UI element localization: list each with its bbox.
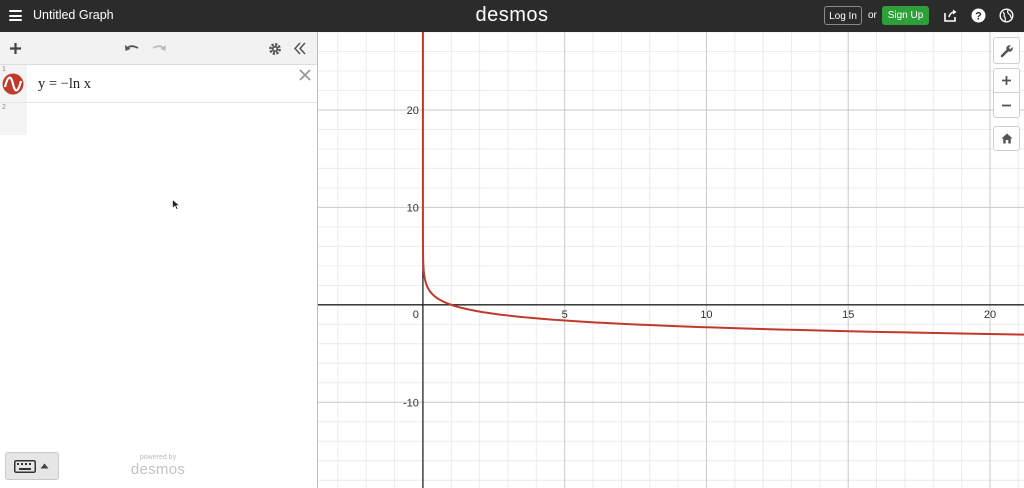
expression-gutter: 1 (0, 65, 27, 102)
language-icon[interactable] (999, 8, 1014, 23)
keyboard-icon (14, 460, 36, 473)
collapse-icon[interactable] (293, 42, 307, 55)
expression-row[interactable]: 2 (0, 103, 317, 135)
caret-up-icon (40, 463, 49, 469)
expression-input[interactable]: y = −ln x (38, 76, 91, 93)
expression-panel: 1 y = −ln x 2 powered by desmos (0, 32, 318, 488)
menu-icon[interactable] (9, 10, 22, 21)
y-tick-label: 20 (407, 105, 419, 117)
powered-by-logo: desmos (130, 461, 186, 478)
home-icon (1001, 133, 1012, 144)
zoom-in-button[interactable] (993, 68, 1020, 93)
help-icon[interactable]: ? (971, 8, 986, 23)
curve-neg-ln-x[interactable] (421, 32, 1024, 336)
expression-number: 2 (2, 104, 6, 111)
undo-icon[interactable] (124, 42, 140, 54)
redo-icon[interactable] (151, 42, 167, 54)
keyboard-button[interactable] (5, 452, 59, 480)
expression-gutter: 2 (0, 103, 27, 135)
x-tick-label: 20 (984, 309, 996, 321)
close-icon[interactable] (298, 68, 312, 82)
svg-text:?: ? (975, 11, 982, 23)
zoom-in-icon (1002, 76, 1011, 85)
zoom-out-button[interactable] (993, 93, 1020, 118)
or-text: or (868, 10, 877, 21)
login-button[interactable]: Log In (824, 6, 862, 25)
x-tick-label: 5 (562, 309, 568, 321)
y-tick-label: 10 (407, 202, 419, 214)
expression-number: 1 (2, 66, 6, 73)
zoom-out-icon (1002, 104, 1011, 107)
graph-canvas[interactable]: 5 10 15 20 20 10 -10 0 (318, 32, 1024, 488)
top-bar: Untitled Graph desmos Log In or Sign Up … (0, 0, 1024, 32)
powered-by-text: powered by (139, 454, 177, 461)
x-tick-label: 10 (700, 309, 712, 321)
graph-title[interactable]: Untitled Graph (33, 8, 114, 22)
origin-label: 0 (413, 309, 419, 321)
expression-color-icon[interactable] (2, 73, 24, 95)
home-button[interactable] (993, 126, 1020, 151)
y-tick-label: -10 (403, 397, 419, 409)
x-tick-label: 15 (842, 309, 854, 321)
mouse-cursor-icon (172, 199, 180, 210)
add-icon[interactable] (9, 42, 22, 55)
wrench-icon (1000, 44, 1014, 58)
expression-row[interactable]: 1 y = −ln x (0, 65, 317, 103)
signup-button[interactable]: Sign Up (882, 6, 929, 25)
settings-icon[interactable] (268, 42, 282, 56)
share-icon[interactable] (943, 8, 958, 23)
panel-toolbar (0, 32, 317, 65)
graph-settings-button[interactable] (993, 37, 1020, 64)
